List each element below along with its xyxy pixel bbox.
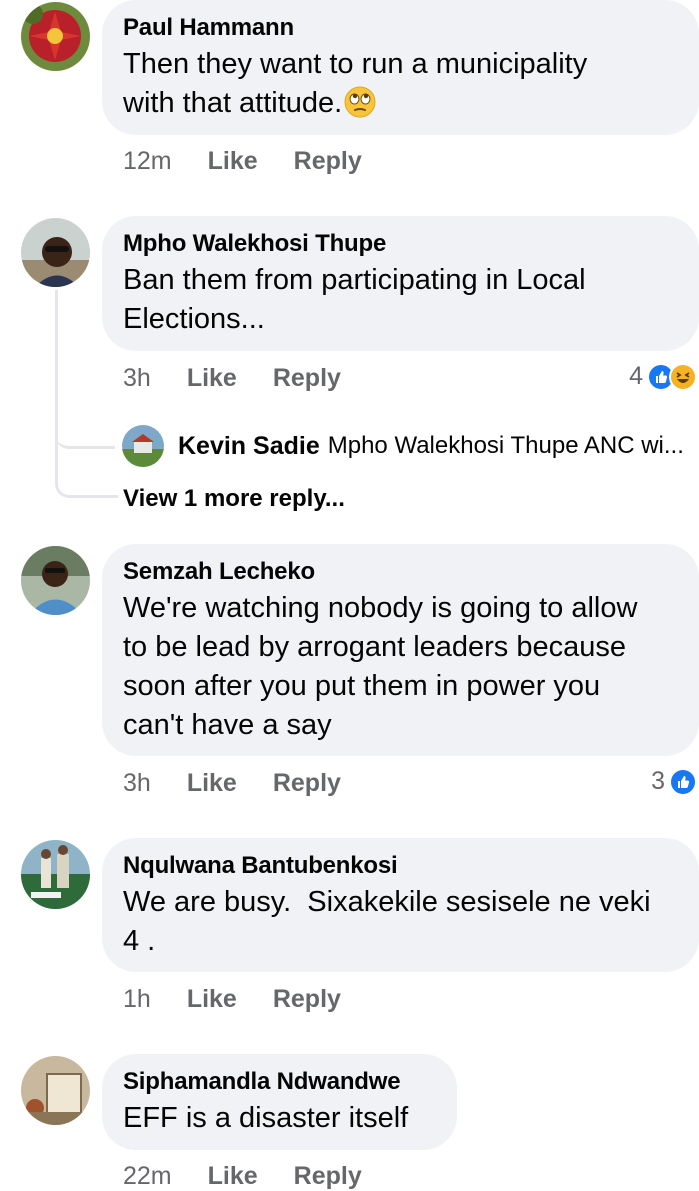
reaction-count: 3 <box>651 767 665 795</box>
avatar[interactable] <box>21 2 90 71</box>
comment-author[interactable]: Paul Hammann <box>123 13 679 43</box>
reply-button[interactable]: Reply <box>273 985 341 1014</box>
comment-text-line: to be lead by arrogant leaders because <box>123 631 627 663</box>
comment-text: We're watching nobody is going to allow … <box>123 589 679 745</box>
comment-text-line: with that attitude. <box>123 84 679 129</box>
comment-timestamp[interactable]: 22m <box>123 1162 172 1191</box>
comment-actions: 3h Like Reply <box>123 769 377 798</box>
reply-button[interactable]: Reply <box>294 147 362 176</box>
comment-bubble: Mpho Walekhosi Thupe Ban them from parti… <box>102 216 699 351</box>
avatar[interactable] <box>21 840 90 909</box>
comment-text: Then they want to run a municipality wit… <box>123 45 679 129</box>
comment-bubble: Nqulwana Bantubenkosi We are busy. Sixak… <box>102 838 699 972</box>
comment-text: EFF is a disaster itself <box>123 1099 437 1138</box>
comment-author[interactable]: Nqulwana Bantubenkosi <box>123 851 679 881</box>
reaction-count: 4 <box>629 362 643 390</box>
comment-text: Ban them from participating in Local Ele… <box>123 261 679 339</box>
eye-roll-emoji-icon <box>344 86 376 129</box>
comment-text-line: EFF is a disaster itself <box>123 1102 409 1134</box>
comment-author[interactable]: Siphamandla Ndwandwe <box>123 1067 437 1097</box>
reply-author[interactable]: Kevin Sadie <box>178 432 320 461</box>
comment-actions: 3h Like Reply <box>123 364 377 393</box>
reply-button[interactable]: Reply <box>273 769 341 798</box>
avatar[interactable] <box>122 425 164 467</box>
like-button[interactable]: Like <box>187 364 237 393</box>
reply-button[interactable]: Reply <box>273 364 341 393</box>
comment-actions: 1h Like Reply <box>123 985 377 1014</box>
like-button[interactable]: Like <box>187 769 237 798</box>
reaction-summary[interactable]: 3 <box>651 767 697 796</box>
comment-actions: 12m Like Reply <box>123 147 398 176</box>
comment-bubble: Paul Hammann Then they want to run a mun… <box>102 0 699 135</box>
like-icon <box>669 767 697 796</box>
comment-timestamp[interactable]: 3h <box>123 364 151 393</box>
comment-text-line: 4 . <box>123 925 156 957</box>
comment-author[interactable]: Semzah Lecheko <box>123 557 679 587</box>
comment-text-line: Elections... <box>123 303 265 335</box>
comment-text-line: We're watching nobody is going to allow <box>123 592 638 624</box>
comment-timestamp[interactable]: 12m <box>123 147 172 176</box>
haha-icon <box>669 362 697 391</box>
avatar[interactable] <box>21 546 90 615</box>
thread-line-branch <box>55 430 115 449</box>
like-button[interactable]: Like <box>208 1162 258 1191</box>
comment-timestamp[interactable]: 3h <box>123 769 151 798</box>
comment-text-line: Ban them from participating in Local <box>123 264 586 296</box>
reply-button[interactable]: Reply <box>294 1162 362 1191</box>
comment-text-line: We are busy. Sixakekile sesisele ne veki <box>123 886 651 918</box>
avatar[interactable] <box>21 1056 90 1125</box>
view-more-replies-link[interactable]: View 1 more reply... <box>123 485 345 513</box>
comment-text-line: Then they want to run a municipality <box>123 48 588 80</box>
like-button[interactable]: Like <box>208 147 258 176</box>
comment-bubble: Siphamandla Ndwandwe EFF is a disaster i… <box>102 1054 457 1150</box>
comment-text-line: soon after you put them in power you <box>123 670 601 702</box>
comment-text-line: can't have a say <box>123 709 332 741</box>
comment-text: We are busy. Sixakekile sesisele ne veki… <box>123 883 679 961</box>
reply-preview[interactable]: Kevin Sadie Mpho Walekhosi Thupe ANC wi.… <box>122 425 684 467</box>
reaction-summary[interactable]: 4 <box>629 362 697 391</box>
comment-actions: 22m Like Reply <box>123 1162 398 1191</box>
reply-snippet: Mpho Walekhosi Thupe ANC wi... <box>327 432 684 459</box>
like-button[interactable]: Like <box>187 985 237 1014</box>
comment-author[interactable]: Mpho Walekhosi Thupe <box>123 229 679 259</box>
comment-timestamp[interactable]: 1h <box>123 985 151 1014</box>
avatar[interactable] <box>21 218 90 287</box>
comment-text-segment: with that attitude. <box>123 87 343 119</box>
comment-bubble: Semzah Lecheko We're watching nobody is … <box>102 544 699 756</box>
